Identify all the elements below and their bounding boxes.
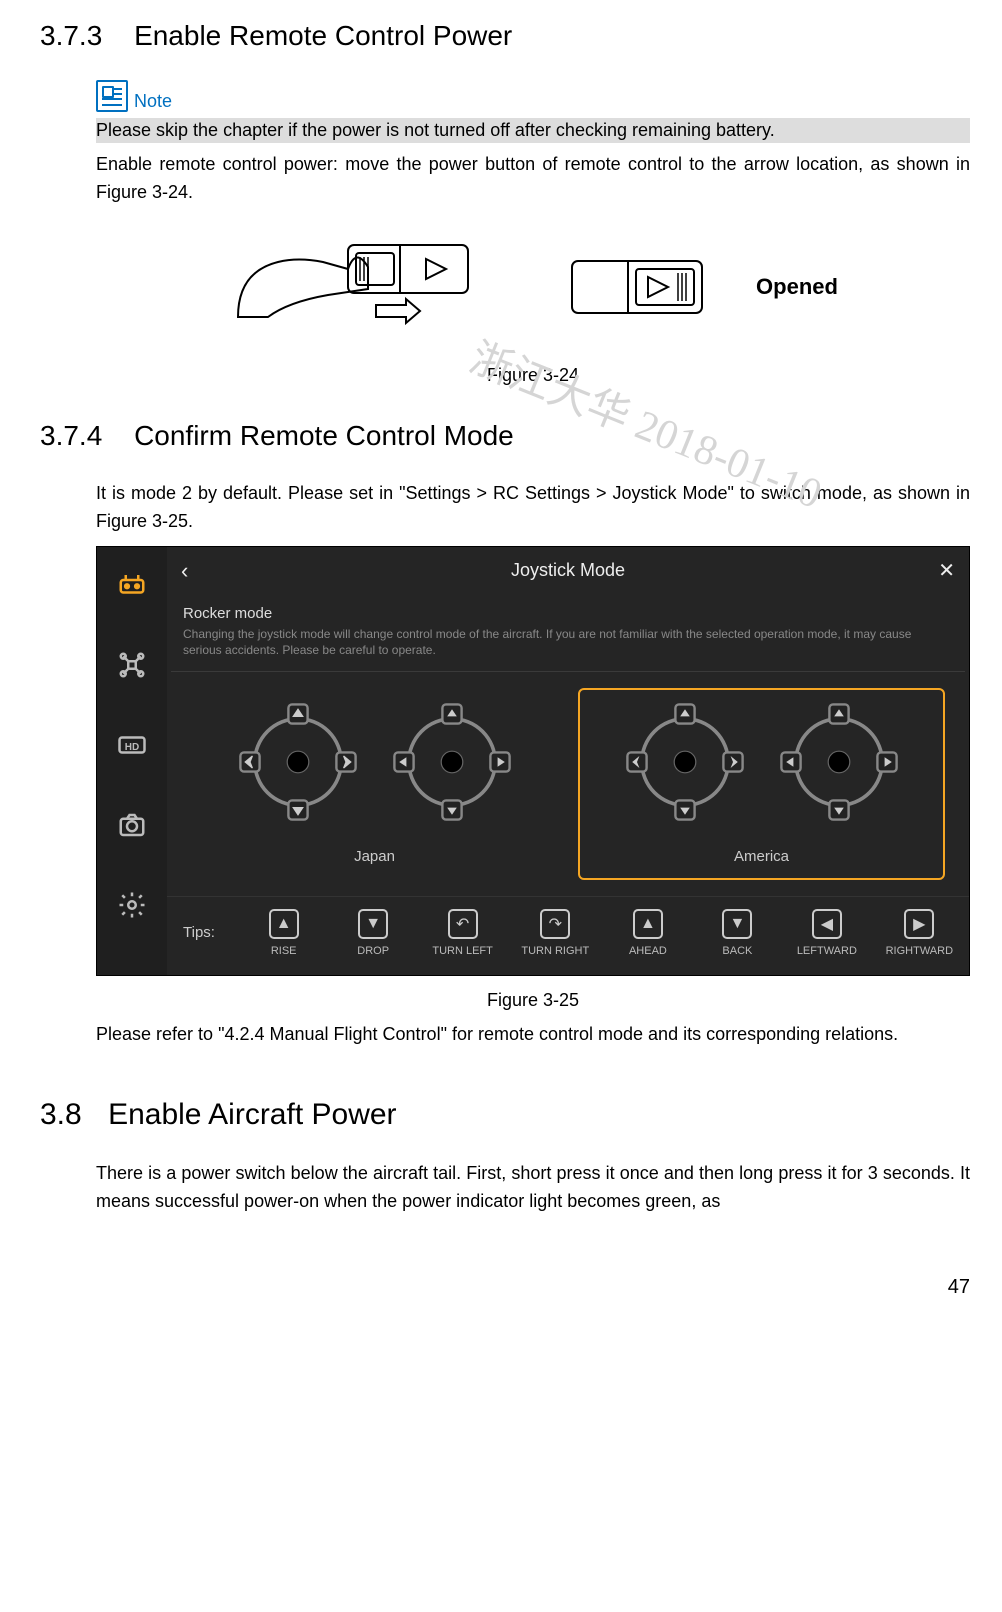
figure-caption-324: Figure 3-24 — [96, 365, 970, 386]
sidebar-settings-icon[interactable] — [116, 889, 148, 921]
note-icon — [96, 80, 128, 112]
tip-back: ▼ BACK — [707, 909, 768, 957]
opened-label: Opened — [756, 274, 838, 300]
tip-rightward: ▶ RIGHTWARD — [886, 909, 953, 957]
note-callout: Note — [96, 80, 970, 112]
tips-label: Tips: — [183, 924, 215, 941]
tip-drop: ▼ DROP — [342, 909, 403, 957]
body-text: Enable remote control power: move the po… — [96, 151, 970, 207]
tips-row: Tips: ▲ RISE ▼ DROP ↶ TURN LEFT ↷ — [167, 896, 969, 975]
tip-turn-right: ↷ TURN RIGHT — [521, 909, 589, 957]
arrow-left-icon: ◀ — [812, 909, 842, 939]
tip-rise: ▲ RISE — [253, 909, 314, 957]
sidebar-aircraft-icon[interactable] — [116, 649, 148, 681]
header-title: Joystick Mode — [167, 560, 969, 581]
section-heading-373: 3.7.3 Enable Remote Control Power — [40, 20, 970, 52]
arrow-up-icon: ▲ — [633, 909, 663, 939]
tip-turn-left: ↶ TURN LEFT — [432, 909, 493, 957]
body-text: There is a power switch below the aircra… — [96, 1160, 970, 1216]
close-icon[interactable]: ✕ — [938, 558, 955, 583]
rocker-mode-section: Rocker mode Changing the joystick mode w… — [167, 595, 969, 660]
rotate-left-icon: ↶ — [448, 909, 478, 939]
sidebar-rc-icon[interactable] — [116, 569, 148, 601]
joystick-diagram — [238, 702, 358, 822]
mode-label-japan: Japan — [354, 848, 395, 865]
arrow-down-icon: ▼ — [722, 909, 752, 939]
rocker-title: Rocker mode — [183, 605, 953, 622]
page-number: 47 — [40, 1276, 970, 1299]
joystick-diagram — [625, 702, 745, 822]
sidebar-hd-icon[interactable]: HD — [116, 729, 148, 761]
note-label: Note — [134, 91, 172, 112]
tip-ahead: ▲ AHEAD — [617, 909, 678, 957]
figure-caption-325: Figure 3-25 — [96, 990, 970, 1011]
arrow-right-icon: ▶ — [904, 909, 934, 939]
app-sidebar: HD — [97, 547, 167, 975]
joystick-diagram — [392, 702, 512, 822]
app-screenshot-joystick-mode: HD — [96, 546, 970, 976]
section-heading-38: 3.8 Enable Aircraft Power — [40, 1098, 970, 1132]
app-main: ‹ Joystick Mode ✕ Rocker mode Changing t… — [167, 547, 969, 975]
switch-opened-illustration — [568, 247, 748, 327]
section-title: Confirm Remote Control Mode — [134, 420, 514, 451]
mode-japan[interactable]: Japan — [191, 688, 558, 879]
body-text: It is mode 2 by default. Please set in "… — [96, 480, 970, 536]
section-number: 3.7.3 — [40, 20, 102, 52]
arrow-up-icon: ▲ — [269, 909, 299, 939]
tip-leftward: ◀ LEFTWARD — [796, 909, 857, 957]
hand-switch-illustration — [228, 227, 488, 347]
divider — [171, 671, 965, 672]
svg-text:HD: HD — [125, 742, 139, 753]
rotate-right-icon: ↷ — [540, 909, 570, 939]
section-number: 3.7.4 — [40, 420, 102, 452]
figure-3-24-row: Opened — [96, 227, 970, 347]
section-heading-374: 3.7.4 Confirm Remote Control Mode — [40, 420, 970, 452]
body-text: Please refer to "4.2.4 Manual Flight Con… — [96, 1021, 970, 1049]
note-highlight-text: Please skip the chapter if the power is … — [96, 118, 970, 143]
modes-row: Japan — [167, 688, 969, 895]
section-number: 3.8 — [40, 1098, 82, 1131]
sidebar-camera-icon[interactable] — [116, 809, 148, 841]
section-title: Enable Remote Control Power — [134, 20, 512, 51]
joystick-diagram — [779, 702, 899, 822]
mode-america[interactable]: America — [578, 688, 945, 879]
section-title: Enable Aircraft Power — [108, 1098, 396, 1131]
rocker-desc: Changing the joystick mode will change c… — [183, 626, 953, 660]
mode-label-america: America — [734, 848, 789, 865]
app-header: ‹ Joystick Mode ✕ — [167, 547, 969, 595]
arrow-down-icon: ▼ — [358, 909, 388, 939]
